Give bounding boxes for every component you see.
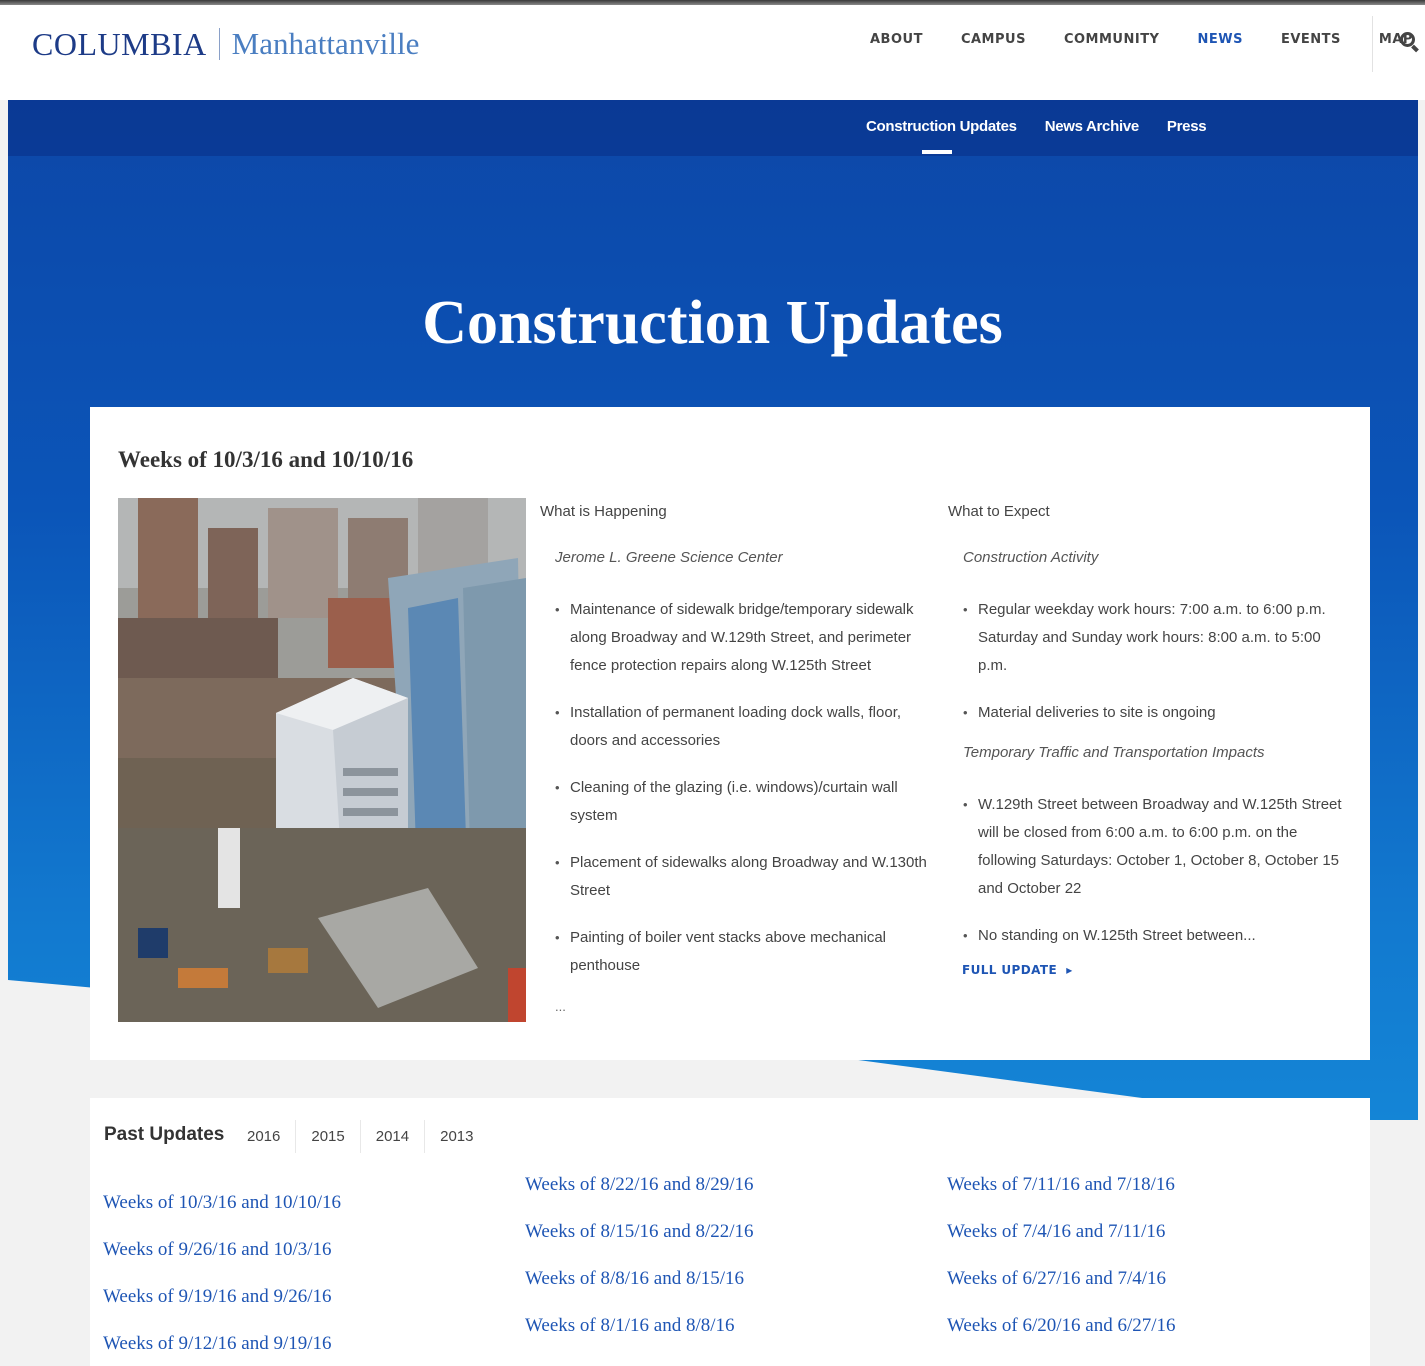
list-item: W.129th Street between Broadway and W.12… (963, 791, 1348, 903)
logo-brand: COLUMBIA (32, 25, 207, 62)
past-links-col-2: Weeks of 8/22/16 and 8/29/16 Weeks of 8/… (525, 1174, 754, 1362)
past-links-col-1: Weeks of 10/3/16 and 10/10/16 Weeks of 9… (103, 1192, 341, 1366)
list-item: Material deliveries to site is ongoing (963, 699, 1348, 727)
full-update-link[interactable]: FULL UPDATE ▸ (962, 963, 1073, 977)
nav-community[interactable]: COMMUNITY (1064, 32, 1160, 47)
nav-news[interactable]: NEWS (1197, 32, 1242, 47)
list-item: Placement of sidewalks along Broadway an… (555, 849, 940, 905)
update-card: Weeks of 10/3/16 and 10/10/16 What is Ha… (90, 407, 1370, 1060)
list-item: Regular weekday work hours: 7:00 a.m. to… (963, 596, 1348, 680)
past-update-link[interactable]: Weeks of 9/12/16 and 9/19/16 (103, 1333, 341, 1366)
nav-campus[interactable]: CAMPUS (961, 32, 1026, 47)
update-title: Weeks of 10/3/16 and 10/10/16 (118, 447, 414, 472)
tab-2014[interactable]: 2014 (361, 1120, 426, 1153)
past-update-link[interactable]: Weeks of 8/8/16 and 8/15/16 (525, 1268, 754, 1315)
subnav-construction-updates[interactable]: Construction Updates (866, 118, 1017, 154)
nav-divider (1372, 16, 1373, 72)
list-item: No standing on W.125th Street between... (963, 922, 1348, 950)
happening-list: Maintenance of sidewalk bridge/temporary… (555, 596, 940, 980)
past-updates-title: Past Updates (104, 1124, 225, 1145)
full-update-label: FULL UPDATE (962, 963, 1058, 977)
site-logo[interactable]: COLUMBIA Manhattanville (32, 24, 419, 64)
nav-events[interactable]: EVENTS (1281, 32, 1341, 47)
past-update-link[interactable]: Weeks of 6/20/16 and 6/27/16 (947, 1315, 1176, 1362)
more-ellipsis: ... (555, 999, 566, 1014)
expect-list: Regular weekday work hours: 7:00 a.m. to… (963, 596, 1348, 727)
happening-heading: What is Happening (540, 503, 667, 520)
past-update-link[interactable]: Weeks of 6/27/16 and 7/4/16 (947, 1268, 1176, 1315)
nav-about[interactable]: ABOUT (870, 32, 923, 47)
construction-photo (118, 498, 526, 1022)
past-update-link[interactable]: Weeks of 7/11/16 and 7/18/16 (947, 1174, 1176, 1221)
year-tabs: 2016 2015 2014 2013 (232, 1120, 489, 1153)
list-item: Painting of boiler vent stacks above mec… (555, 924, 940, 980)
logo-site-name: Manhattanville (231, 26, 420, 61)
past-update-link[interactable]: Weeks of 9/26/16 and 10/3/16 (103, 1239, 341, 1286)
tab-2013[interactable]: 2013 (425, 1120, 488, 1153)
page-title: Construction Updates (422, 289, 1003, 357)
past-update-link[interactable]: Weeks of 8/15/16 and 8/22/16 (525, 1221, 754, 1268)
logo-divider (218, 28, 220, 60)
happening-subheading: Jerome L. Greene Science Center (555, 549, 783, 566)
tab-2015[interactable]: 2015 (296, 1120, 361, 1153)
list-item: Installation of permanent loading dock w… (555, 699, 940, 755)
past-links-col-3: Weeks of 7/11/16 and 7/18/16 Weeks of 7/… (947, 1174, 1176, 1362)
what-to-expect: What to Expect Construction Activity Reg… (948, 503, 1348, 969)
past-updates: Past Updates 2016 2015 2014 2013 Weeks o… (90, 1098, 1370, 1366)
subnav-press[interactable]: Press (1167, 118, 1207, 135)
caret-right-icon: ▸ (1061, 963, 1073, 977)
past-update-link[interactable]: Weeks of 7/4/16 and 7/11/16 (947, 1221, 1176, 1268)
expect-subheading: Construction Activity (963, 549, 1099, 566)
what-is-happening: What is Happening Jerome L. Greene Scien… (540, 503, 940, 1014)
construction-site-image (118, 498, 526, 1022)
tab-2016[interactable]: 2016 (232, 1120, 297, 1153)
past-update-link[interactable]: Weeks of 9/19/16 and 9/26/16 (103, 1286, 341, 1333)
expect-subheading-traffic: Temporary Traffic and Transportation Imp… (963, 744, 1265, 761)
site-header: COLUMBIA Manhattanville ABOUT CAMPUS COM… (0, 0, 1425, 100)
past-update-link[interactable]: Weeks of 10/3/16 and 10/10/16 (103, 1192, 341, 1239)
list-item: Maintenance of sidewalk bridge/temporary… (555, 596, 940, 680)
list-item: Cleaning of the glazing (i.e. windows)/c… (555, 774, 940, 830)
main-nav: ABOUT CAMPUS COMMUNITY NEWS EVENTS MAP (870, 32, 1425, 47)
search-icon[interactable] (1396, 26, 1425, 56)
subnav-news-archive[interactable]: News Archive (1045, 118, 1140, 135)
past-update-link[interactable]: Weeks of 8/1/16 and 8/8/16 (525, 1315, 754, 1362)
past-update-link[interactable]: Weeks of 8/22/16 and 8/29/16 (525, 1174, 754, 1221)
sub-nav: Construction Updates News Archive Press (866, 118, 1234, 154)
top-border (0, 0, 1425, 5)
expect-list-traffic: W.129th Street between Broadway and W.12… (963, 791, 1348, 950)
expect-heading: What to Expect (948, 503, 1050, 520)
